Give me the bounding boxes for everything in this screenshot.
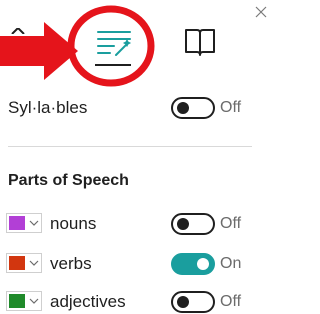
syllables-state: Off	[220, 99, 242, 116]
toggle-knob	[177, 218, 189, 230]
nouns-state: Off	[220, 215, 242, 232]
adjectives-color-swatch	[9, 294, 25, 308]
adjectives-color-dropdown[interactable]	[6, 291, 42, 311]
toolbar	[0, 0, 266, 87]
syllables-toggle[interactable]	[171, 97, 215, 119]
nouns-color-dropdown[interactable]	[6, 213, 42, 233]
toggle-knob	[177, 102, 189, 114]
verbs-toggle[interactable]	[171, 253, 215, 275]
verbs-color-swatch	[9, 256, 25, 270]
adjectives-label: adjectives	[50, 292, 126, 311]
verbs-label: verbs	[50, 254, 92, 273]
chevron-down-icon	[29, 260, 39, 266]
tab-reading-preferences[interactable]	[182, 26, 218, 58]
annotation-circle	[67, 5, 155, 87]
chevron-down-icon	[29, 220, 39, 226]
parts-of-speech-heading: Parts of Speech	[8, 172, 129, 189]
adjectives-toggle[interactable]	[171, 291, 215, 313]
toggle-knob	[197, 258, 209, 270]
chevron-down-icon	[29, 298, 39, 304]
nouns-toggle[interactable]	[171, 213, 215, 235]
verbs-state: On	[220, 255, 242, 272]
nouns-color-swatch	[9, 216, 25, 230]
book-icon	[185, 29, 215, 56]
verbs-color-dropdown[interactable]	[6, 253, 42, 273]
toggle-knob	[177, 296, 189, 308]
nouns-label: nouns	[50, 214, 97, 233]
syllables-label: Syl·la·bles	[8, 98, 88, 117]
adjectives-state: Off	[220, 293, 242, 310]
divider	[8, 146, 252, 147]
